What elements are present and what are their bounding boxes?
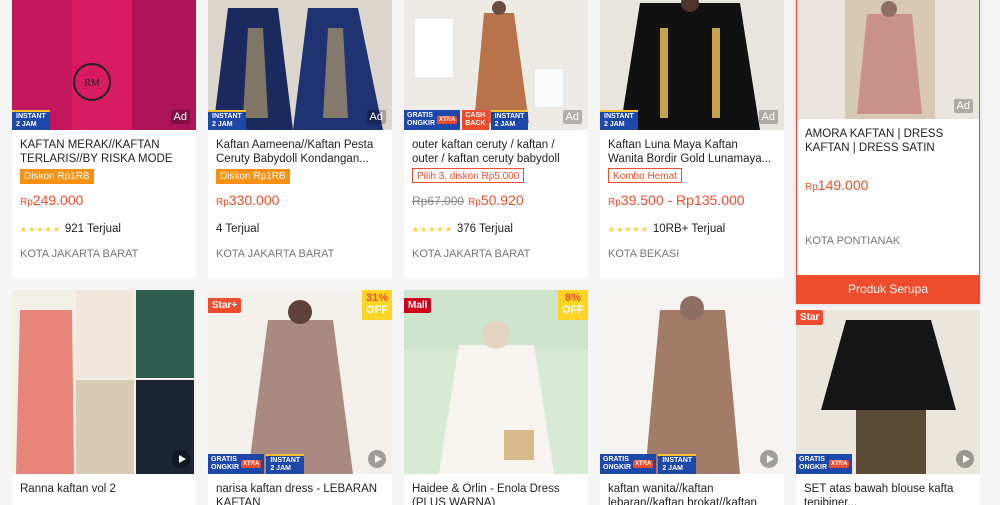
product-image[interactable]: RM Ad INSTANT 2 JAM: [12, 0, 196, 130]
badge-group: INSTANT 2 JAM: [208, 110, 246, 130]
price: Rp149.000: [805, 177, 869, 193]
product-image[interactable]: Ad INSTANT 2 JAM: [208, 0, 392, 130]
instant-badge: INSTANT 2 JAM: [490, 110, 529, 130]
product-image[interactable]: Ad: [797, 0, 979, 119]
product-title: Ranna kaftan vol 2: [20, 483, 116, 495]
promo-tag: Pilih 3, diskon Rp5.000: [412, 168, 525, 183]
badge-group: INSTANT 2 JAM: [600, 110, 638, 130]
free-shipping-badge: GRATIS ONGKIR XTRA: [600, 454, 657, 474]
sold-count: ★★★★★ 921 Terjual: [20, 223, 121, 235]
price: Rp330.000: [216, 192, 280, 208]
product-image[interactable]: GRATIS ONGKIR XTRA INSTANT 2 JAM: [600, 290, 784, 474]
rating-stars: ★★★★★: [20, 224, 61, 234]
product-title: Haidee & Orlin - Enola Dress (PLUS WARNA…: [412, 483, 560, 505]
product-image[interactable]: Ad GRATIS ONGKIR XTRA CASH BACK INSTANT 2 JA…: [404, 0, 588, 130]
cashback-badge: CASH BACK: [462, 110, 489, 130]
sold-count: ★★★★★ 10RB+ Terjual: [608, 223, 726, 235]
product-card[interactable]: Mall 8% OFF Haidee & Orlin - Enola Dress …: [404, 290, 588, 505]
play-video-icon[interactable]: [956, 450, 974, 468]
badge-group: GRATIS ONGKIR XTRA: [796, 454, 853, 474]
star-plus-tag: Star+: [208, 298, 242, 313]
instant-badge: INSTANT 2 JAM: [266, 454, 305, 474]
product-image[interactable]: Star GRATIS ONGKIR XTRA: [796, 310, 980, 474]
product-title: SET atas bawah blouse kafta tenibiner...: [804, 483, 954, 505]
location: KOTA PONTIANAK: [805, 235, 901, 247]
sold-count: 4 Terjual: [216, 223, 260, 235]
promo-tag: Diskon Rp1RB: [216, 169, 290, 184]
price: Rp67.000 Rp50.920: [412, 192, 524, 208]
free-shipping-badge: GRATIS ONGKIR XTRA: [796, 454, 853, 474]
rating-stars: ★★★★★: [412, 224, 453, 234]
discount-badge: 8% OFF: [558, 290, 588, 320]
location: KOTA BEKASI: [608, 248, 680, 260]
free-shipping-badge: GRATIS ONGKIR XTRA: [208, 454, 265, 474]
product-title: AMORA KAFTAN | DRESS KAFTAN | DRESS SATI…: [805, 128, 944, 154]
product-grid: RM Ad INSTANT 2 JAM KAFTAN MERAK//KAFTAN …: [0, 0, 1000, 505]
location: KOTA JAKARTA BARAT: [412, 248, 531, 260]
instant-badge: INSTANT 2 JAM: [208, 110, 246, 130]
product-card[interactable]: GRATIS ONGKIR XTRA INSTANT 2 JAM kaftan wan…: [600, 290, 784, 505]
product-title: narisa kaftan dress - LEBARAN KAFTAN: [216, 483, 378, 505]
product-card[interactable]: RM Ad INSTANT 2 JAM KAFTAN MERAK//KAFTAN …: [12, 0, 196, 278]
discount-badge: 31% OFF: [362, 290, 392, 320]
product-image[interactable]: Star+ 31% OFF GRATIS ONGKIR XTRA INSTANT 2 J…: [208, 290, 392, 474]
product-card[interactable]: Ad INSTANT 2 JAM Kaftan Aameena//Kaftan P…: [208, 0, 392, 278]
mall-tag: Mall: [404, 298, 432, 313]
product-card[interactable]: Ad INSTANT 2 JAM Kaftan Luna Maya Kaftan …: [600, 0, 784, 278]
product-title: kaftan wanita//kaftan lebaran//kaftan br…: [608, 483, 757, 505]
instant-badge: INSTANT 2 JAM: [12, 110, 50, 130]
play-video-icon[interactable]: [760, 450, 778, 468]
product-card[interactable]: Ad GRATIS ONGKIR XTRA CASH BACK INSTANT 2 JA…: [404, 0, 588, 278]
play-video-icon[interactable]: [368, 450, 386, 468]
product-title: outer kaftan ceruty / kaftan / outer / k…: [412, 139, 560, 165]
location: KOTA JAKARTA BARAT: [216, 248, 335, 260]
product-image[interactable]: Ad INSTANT 2 JAM: [600, 0, 784, 130]
ad-label: Ad: [366, 110, 386, 124]
badge-group: INSTANT 2 JAM: [12, 110, 50, 130]
ad-label: Ad: [953, 99, 973, 113]
product-image[interactable]: [12, 290, 196, 474]
instant-badge: INSTANT 2 JAM: [658, 454, 697, 474]
rating-stars: ★★★★★: [608, 224, 649, 234]
instant-badge: INSTANT 2 JAM: [600, 110, 638, 130]
price: Rp249.000: [20, 192, 84, 208]
product-title: Kaftan Aameena//Kaftan Pesta Ceruty Baby…: [216, 139, 374, 165]
play-video-icon[interactable]: [172, 450, 190, 468]
product-card[interactable]: Star GRATIS ONGKIR XTRA SET atas bawah blo…: [796, 310, 980, 505]
badge-group: GRATIS ONGKIR XTRA INSTANT 2 JAM: [208, 454, 305, 474]
location: KOTA JAKARTA BARAT: [20, 248, 139, 260]
similar-products-button[interactable]: Produk Serupa: [797, 275, 979, 303]
star-tag: Star: [796, 310, 824, 325]
promo-tag: Diskon Rp1RB: [20, 169, 94, 184]
price: Rp39.500 - Rp135.000: [608, 192, 745, 208]
ad-label: Ad: [170, 110, 190, 124]
badge-group: GRATIS ONGKIR XTRA INSTANT 2 JAM: [600, 454, 697, 474]
ad-label: Ad: [758, 110, 778, 124]
product-title: Kaftan Luna Maya Kaftan Wanita Bordir Go…: [608, 139, 772, 165]
svg-text:RM: RM: [84, 78, 100, 89]
promo-tag: Kombo Hemat: [608, 168, 682, 183]
product-card[interactable]: Star+ 31% OFF GRATIS ONGKIR XTRA INSTANT 2 J…: [208, 290, 392, 505]
sold-count: ★★★★★ 376 Terjual: [412, 223, 513, 235]
original-price: Rp67.000: [412, 194, 465, 208]
product-image[interactable]: Mall 8% OFF: [404, 290, 588, 474]
ad-label: Ad: [562, 110, 582, 124]
product-title: KAFTAN MERAK//KAFTAN TERLARIS//BY RISKA …: [20, 139, 173, 165]
product-card[interactable]: Ranna kaftan vol 2: [12, 290, 196, 505]
product-card-hovered[interactable]: Ad AMORA KAFTAN | DRESS KAFTAN | DRESS S…: [796, 0, 980, 304]
badge-group: GRATIS ONGKIR XTRA CASH BACK INSTANT 2 JAM: [404, 110, 529, 130]
free-shipping-badge: GRATIS ONGKIR XTRA: [404, 110, 461, 130]
